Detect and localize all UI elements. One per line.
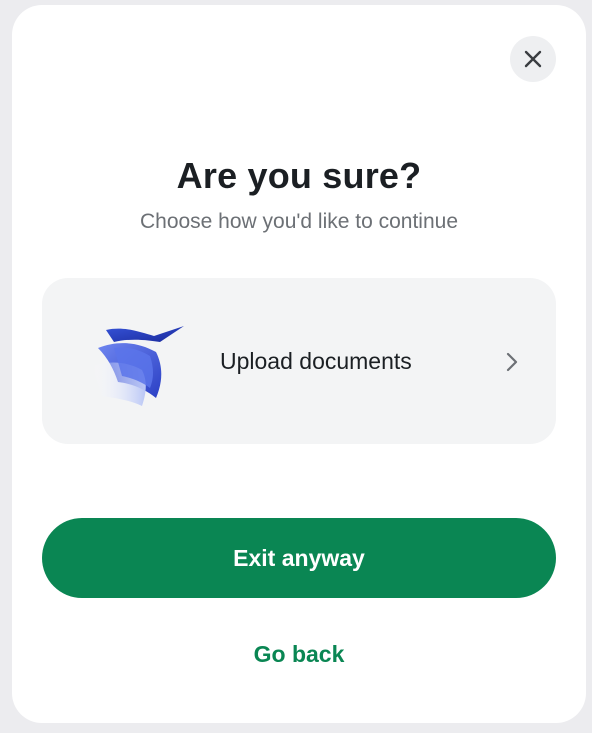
upload-documents-label: Upload documents (220, 348, 412, 374)
go-back-link[interactable]: Go back (12, 641, 586, 668)
dialog-subtitle: Choose how you'd like to continue (139, 210, 459, 233)
close-button[interactable] (510, 36, 556, 82)
dialog-title: Are you sure? (176, 155, 422, 196)
upload-documents-option[interactable]: Upload documents (42, 278, 556, 444)
documents-illustration-icon (92, 326, 184, 406)
exit-anyway-button[interactable]: Exit anyway (42, 518, 556, 598)
confirm-exit-dialog: Are you sure? Choose how you'd like to c… (12, 5, 586, 723)
close-icon (524, 50, 542, 68)
chevron-right-icon (506, 352, 518, 372)
